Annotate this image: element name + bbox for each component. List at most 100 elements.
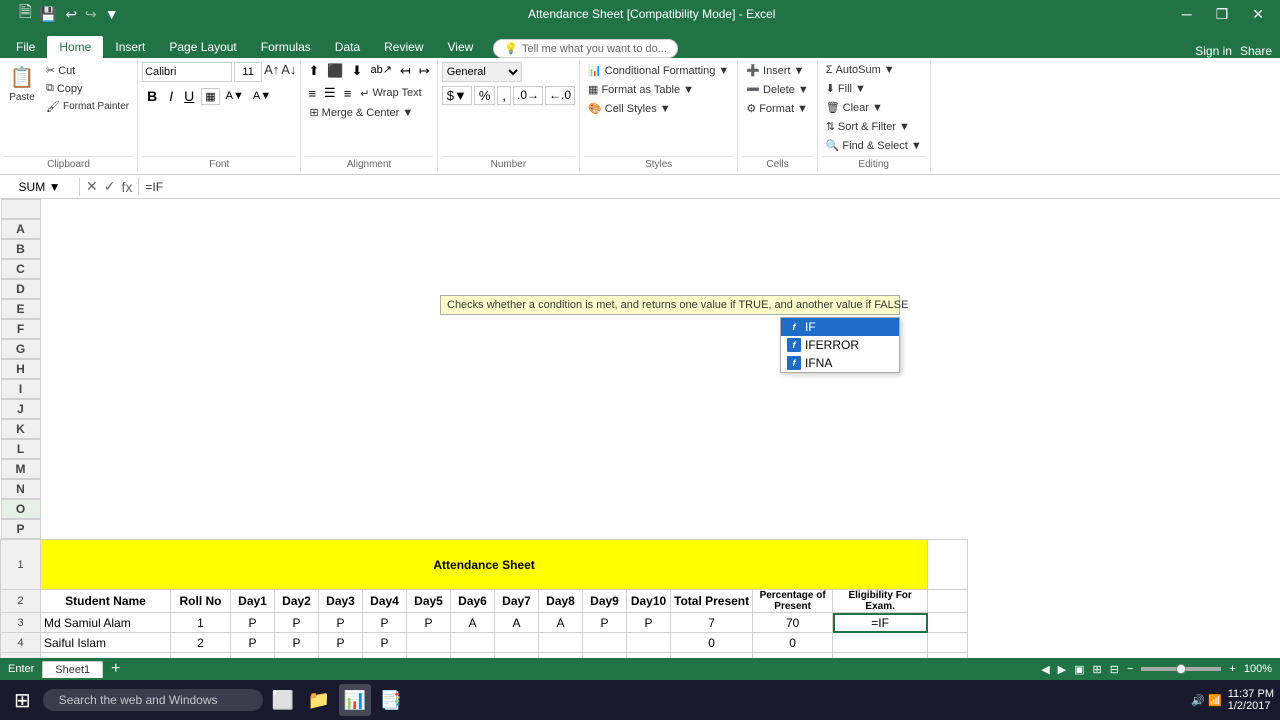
indent-increase-btn[interactable]: ↦	[416, 62, 433, 80]
cell-c3[interactable]: P	[231, 613, 275, 633]
cell-e3[interactable]: P	[319, 613, 363, 633]
hdr-pct[interactable]: Percentage of Present	[753, 590, 833, 613]
cell-b3[interactable]: 1	[171, 613, 231, 633]
page-layout-view-btn[interactable]: ⊞	[1093, 663, 1102, 676]
bold-btn[interactable]: B	[142, 86, 162, 106]
hdr-day4[interactable]: Day4	[363, 590, 407, 613]
autosum-btn[interactable]: Σ AutoSum▼	[822, 62, 899, 78]
cell-i3[interactable]: A	[495, 613, 539, 633]
cell-n4[interactable]: 0	[753, 633, 833, 653]
cell-reference-box[interactable]: SUM ▼	[0, 178, 80, 196]
tell-me-box[interactable]: 💡 Tell me what you want to do...	[493, 39, 678, 58]
cell-d3[interactable]: P	[275, 613, 319, 633]
cell-h4[interactable]	[451, 633, 495, 653]
cell-n3[interactable]: 70	[753, 613, 833, 633]
percent-btn[interactable]: %	[474, 86, 496, 105]
col-header-n[interactable]: N	[1, 479, 41, 499]
font-name-input[interactable]	[142, 62, 232, 82]
align-top-btn[interactable]: ⬆	[305, 62, 322, 80]
sheet1-tab[interactable]: Sheet1	[42, 661, 103, 678]
cell-g3[interactable]: P	[407, 613, 451, 633]
cell-l4[interactable]	[627, 633, 671, 653]
merge-center-btn[interactable]: ⊞ Merge & Center ▼	[305, 104, 417, 121]
col-header-j[interactable]: J	[1, 399, 41, 419]
cell-c4[interactable]: P	[231, 633, 275, 653]
cell-i4[interactable]	[495, 633, 539, 653]
title-cell[interactable]: Attendance Sheet	[41, 540, 928, 590]
explorer-btn[interactable]: 📁	[303, 684, 335, 716]
cell-a3[interactable]: Md Samiul Alam	[41, 613, 171, 633]
customize-quick-btn[interactable]: ▼	[102, 4, 122, 24]
align-bottom-btn[interactable]: ⬇	[349, 62, 366, 80]
col-header-l[interactable]: L	[1, 439, 41, 459]
hdr-day7[interactable]: Day7	[495, 590, 539, 613]
tab-formulas[interactable]: Formulas	[249, 36, 323, 58]
delete-cells-btn[interactable]: ➖ Delete▼	[742, 81, 812, 98]
col-header-d[interactable]: D	[1, 279, 41, 299]
hdr-day6[interactable]: Day6	[451, 590, 495, 613]
cut-btn[interactable]: ✂ Cut	[42, 62, 133, 79]
decimal-increase-btn[interactable]: .0→	[513, 86, 543, 105]
hdr-total[interactable]: Total Present	[671, 590, 753, 613]
hdr-day8[interactable]: Day8	[539, 590, 583, 613]
cell-j4[interactable]	[539, 633, 583, 653]
decimal-decrease-btn[interactable]: ←.0	[545, 86, 575, 105]
cell-k4[interactable]	[583, 633, 627, 653]
col-header-f[interactable]: F	[1, 319, 41, 339]
cell-f3[interactable]: P	[363, 613, 407, 633]
start-button[interactable]: ⊞	[6, 684, 39, 717]
col-header-o[interactable]: O	[1, 499, 41, 519]
font-decrease-btn[interactable]: A↓	[281, 62, 296, 82]
col-header-m[interactable]: M	[1, 459, 41, 479]
col-header-k[interactable]: K	[1, 419, 41, 439]
cell-p4[interactable]	[928, 633, 968, 653]
col-header-h[interactable]: H	[1, 359, 41, 379]
align-right-btn[interactable]: ≡	[341, 85, 355, 102]
hdr-day3[interactable]: Day3	[319, 590, 363, 613]
cell-p2[interactable]	[928, 590, 968, 613]
minimize-btn[interactable]: ─	[1174, 4, 1200, 24]
hdr-roll-no[interactable]: Roll No	[171, 590, 231, 613]
underline-btn[interactable]: U	[180, 87, 198, 105]
cell-g4[interactable]	[407, 633, 451, 653]
restore-btn[interactable]: ❐	[1208, 4, 1237, 25]
task-view-btn[interactable]: ⬜	[267, 684, 299, 716]
add-sheet-btn[interactable]: +	[105, 660, 126, 678]
autocomplete-item-iferror[interactable]: f IFERROR	[781, 336, 899, 354]
excel-btn[interactable]: 📊	[339, 684, 371, 716]
cell-o4[interactable]	[833, 633, 928, 653]
hdr-day1[interactable]: Day1	[231, 590, 275, 613]
insert-cells-btn[interactable]: ➕ Insert▼	[742, 62, 808, 79]
tab-data[interactable]: Data	[323, 36, 372, 58]
cell-styles-btn[interactable]: 🎨 Cell Styles▼	[584, 100, 675, 117]
currency-btn[interactable]: $▼	[442, 86, 472, 105]
powerpoint-btn[interactable]: 📑	[375, 684, 407, 716]
paste-btn[interactable]: 📋 Paste	[4, 62, 40, 106]
copy-btn[interactable]: ⧉ Copy	[42, 80, 133, 97]
formula-input[interactable]: =IF	[139, 180, 1280, 194]
cell-m3[interactable]: 7	[671, 613, 753, 633]
hdr-student-name[interactable]: Student Name	[41, 590, 171, 613]
scroll-left-btn[interactable]: ◀	[1041, 663, 1049, 676]
col-header-i[interactable]: I	[1, 379, 41, 399]
redo-quick-btn[interactable]: ↪	[82, 4, 100, 25]
save-quick-btn[interactable]: 💾	[37, 4, 60, 25]
cell-m4[interactable]: 0	[671, 633, 753, 653]
col-header-p[interactable]: P	[1, 519, 41, 539]
autocomplete-dropdown[interactable]: f IF f IFERROR f IFNA	[780, 317, 900, 373]
hdr-day9[interactable]: Day9	[583, 590, 627, 613]
cancel-formula-btn[interactable]: ✕	[84, 178, 100, 195]
col-header-c[interactable]: C	[1, 259, 41, 279]
italic-btn[interactable]: I	[165, 87, 177, 105]
cell-e4[interactable]: P	[319, 633, 363, 653]
find-select-btn[interactable]: 🔍 Find & Select▼	[822, 137, 926, 154]
cell-h3[interactable]: A	[451, 613, 495, 633]
fill-btn[interactable]: ⬇ Fill▼	[822, 80, 870, 97]
cell-p3[interactable]	[928, 613, 968, 633]
fill-color-btn[interactable]: A▼	[223, 89, 247, 103]
sign-in-btn[interactable]: Sign in	[1195, 44, 1232, 58]
number-format-select[interactable]: General Number Currency Percentage	[442, 62, 522, 82]
clear-btn[interactable]: 🗑 Clear▼	[822, 99, 887, 116]
cell-p1[interactable]	[928, 540, 968, 590]
tab-file[interactable]: File	[4, 36, 47, 58]
